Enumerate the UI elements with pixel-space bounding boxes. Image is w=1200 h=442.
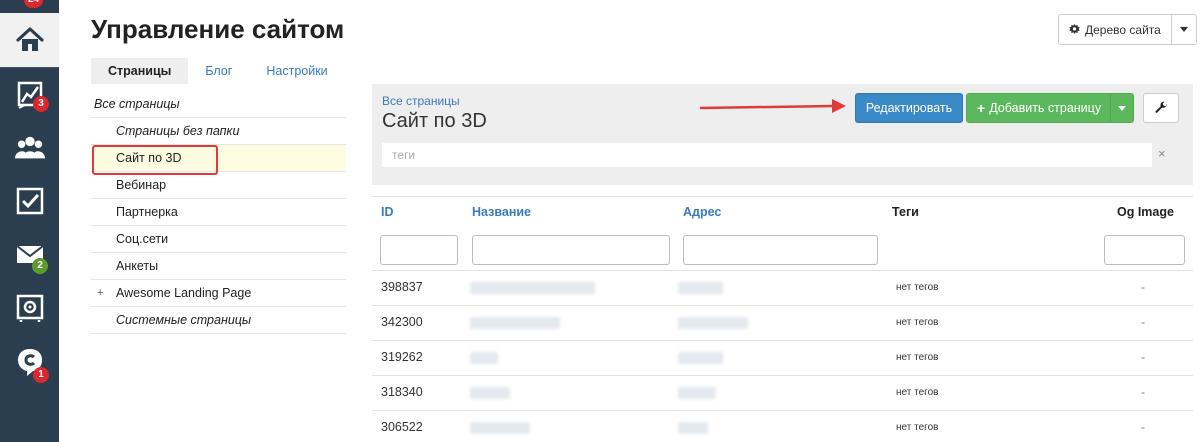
id-filter-input[interactable] [380,235,458,265]
tab-blog[interactable]: Блог [188,58,249,84]
folder-social[interactable]: Соц.сети [91,226,346,253]
chevron-down-icon [1179,27,1188,32]
row-id: 398837 [381,280,423,294]
tab-pages[interactable]: Страницы [91,58,189,84]
site-tree-button-label: Дерево сайта [1085,22,1161,37]
og-filter-input[interactable] [1104,235,1185,265]
plus-icon: + [977,100,986,116]
redacted-name [470,317,560,329]
checkbox-icon [16,187,43,215]
folder-tree: Все страницы Страницы без папки Сайт по … [91,91,346,334]
folder-no-folder[interactable]: Страницы без папки [91,118,346,145]
table-row[interactable]: 398837 нет тегов - [372,271,1193,306]
column-id[interactable]: ID [381,205,394,219]
redacted-address [678,352,723,364]
expand-icon[interactable]: + [97,280,103,307]
pages-table: ID Название Адрес Теги Og Image 398837 н… [372,196,1193,442]
row-tags: нет тегов [896,317,939,328]
site-tree-dropdown-toggle[interactable] [1172,15,1196,44]
column-name[interactable]: Название [472,205,531,219]
table-filter-row [372,229,1193,271]
folder-landing[interactable]: + Awesome Landing Page [91,280,346,307]
row-id: 342300 [381,315,423,329]
row-id: 306522 [381,420,423,434]
rail-chat-badge: 1 [33,367,49,383]
folder-title: Сайт по 3D [382,110,487,132]
add-page-button-group: + Добавить страницу [966,93,1135,123]
folder-all-pages[interactable]: Все страницы [91,91,346,118]
tab-settings[interactable]: Настройки [249,58,344,84]
site-tree-button-group: Дерево сайта [1058,14,1197,45]
folder-webinar[interactable]: Вебинар [91,172,346,199]
row-og-image: - [1141,280,1145,294]
column-og-image: Og Image [1117,205,1174,219]
app-root: 24 3 [0,0,1200,442]
row-og-image: - [1141,350,1145,364]
redacted-name [470,352,498,364]
safe-gear-icon [16,294,43,322]
row-og-image: - [1141,385,1145,399]
table-header: ID Название Адрес Теги Og Image [372,197,1193,229]
clear-tags-icon[interactable]: × [1158,146,1166,161]
chevron-down-icon [1118,105,1127,111]
column-tags: Теги [892,205,919,219]
table-row[interactable]: 318340 нет тегов - [372,376,1193,411]
redacted-name [470,282,595,294]
rail-mail-badge: 2 [32,258,48,274]
folder-partner[interactable]: Партнерка [91,199,346,226]
folder-forms[interactable]: Анкеты [91,253,346,280]
redacted-address [678,387,716,399]
folder-system[interactable]: Системные страницы [91,307,346,334]
rail-item-users[interactable] [0,121,59,175]
section-tabs: Страницы Блог Настройки [91,58,345,84]
table-row[interactable]: 319262 нет тегов - [372,341,1193,376]
row-tags: нет тегов [896,422,939,433]
home-icon [15,27,44,51]
row-tags: нет тегов [896,387,939,398]
redacted-name [470,387,510,399]
users-icon [14,136,45,159]
rail-item-analytics[interactable] [0,68,59,122]
table-row[interactable]: 342300 нет тегов - [372,306,1193,341]
redacted-name [470,422,530,434]
row-tags: нет тегов [896,282,939,293]
rail-analytics-badge: 3 [33,96,49,112]
edit-button[interactable]: Редактировать [855,93,963,123]
row-og-image: - [1141,315,1145,329]
name-filter-input[interactable] [472,235,670,265]
redacted-address [678,317,748,329]
wrench-icon [1155,101,1167,113]
gear-icon [1069,24,1080,34]
row-og-image: - [1141,420,1145,434]
tags-filter-input[interactable] [382,143,1152,167]
folder-settings-button[interactable] [1143,93,1179,123]
row-id: 318340 [381,385,423,399]
rail-top-badge: 24 [24,0,44,8]
rail-item-home[interactable] [0,13,59,67]
folder-landing-label: Awesome Landing Page [116,286,252,300]
site-tree-button[interactable]: Дерево сайта [1059,15,1172,44]
folder-site-3d[interactable]: Сайт по 3D [91,145,346,172]
row-id: 319262 [381,350,423,364]
breadcrumb[interactable]: Все страницы [382,94,460,108]
redacted-address [678,282,723,294]
left-nav-rail: 24 3 [0,0,59,442]
column-address[interactable]: Адрес [683,205,721,219]
rail-item-mail[interactable] [0,228,59,282]
rail-item-tasks[interactable] [0,174,59,228]
page-title: Управление сайтом [91,14,345,44]
add-page-button[interactable]: + Добавить страницу [967,94,1112,122]
redacted-address [678,422,708,434]
rail-item-chat[interactable] [0,335,59,389]
row-tags: нет тегов [896,352,939,363]
add-page-dropdown-toggle[interactable] [1111,94,1134,122]
table-row[interactable]: 306522 нет тегов - [372,411,1193,442]
address-filter-input[interactable] [683,235,878,265]
folder-panel-header: Все страницы Сайт по 3D Редактировать + … [372,84,1193,185]
add-page-label: Добавить страницу [989,101,1102,115]
rail-item-settings[interactable] [0,281,59,335]
